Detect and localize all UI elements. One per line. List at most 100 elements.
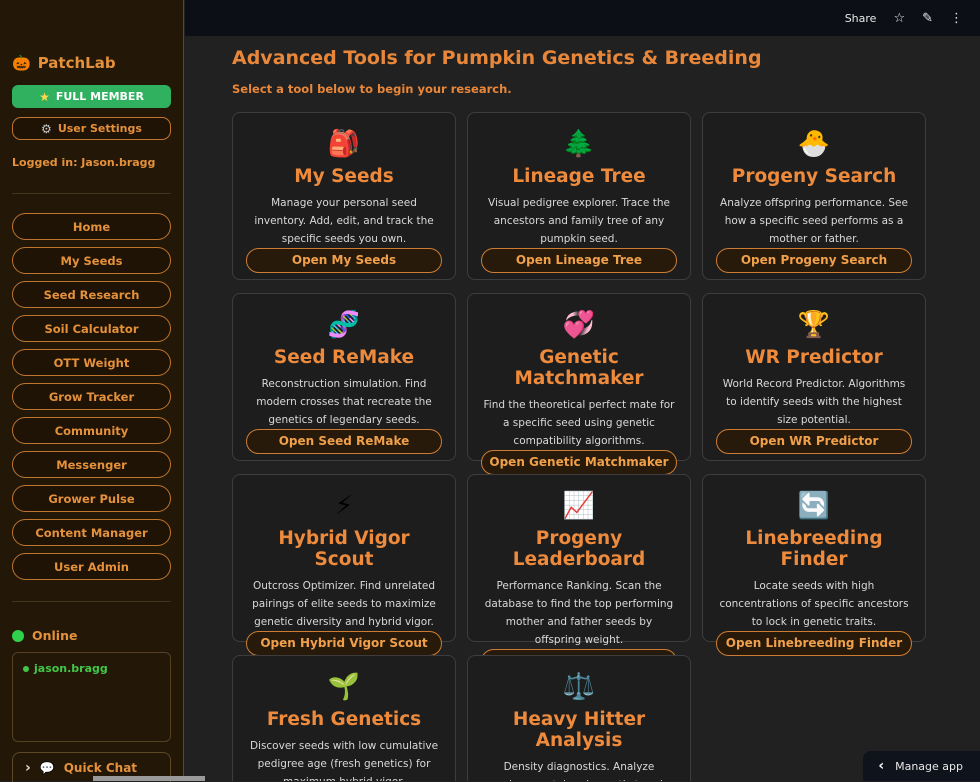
full-member-badge[interactable]: ★ FULL MEMBER xyxy=(12,85,171,108)
card-description: Performance Ranking. Scan the database t… xyxy=(481,577,677,649)
user-settings-label: User Settings xyxy=(58,122,142,135)
tool-card-heavy-hitter-analysis: ⚖️ Heavy Hitter Analysis Density diagnosti… xyxy=(467,655,691,781)
card-description: Density diagnostics. Analyze environment… xyxy=(481,758,677,782)
seed-remake-icon: 🧬 xyxy=(328,309,360,342)
open-hybrid-vigor-scout-button[interactable]: Open Hybrid Vigor Scout xyxy=(246,631,442,656)
sidebar-item-grow-tracker[interactable]: Grow Tracker xyxy=(12,383,171,410)
gear-icon: ⚙ xyxy=(41,122,52,136)
card-title: Lineage Tree xyxy=(512,166,645,187)
card-title: Progeny Leaderboard xyxy=(481,528,677,570)
card-description: World Record Predictor. Algorithms to id… xyxy=(716,375,912,429)
full-member-label: FULL MEMBER xyxy=(56,90,144,103)
app-name: PatchLab xyxy=(38,54,116,72)
quick-chat-label: Quick Chat xyxy=(64,761,137,775)
tool-card-hybrid-vigor-scout: ⚡ Hybrid Vigor Scout Outcross Optimizer. F… xyxy=(232,474,456,642)
manage-app-label: Manage app xyxy=(895,760,963,773)
page-subtitle: Select a tool below to begin your resear… xyxy=(232,82,980,96)
sidebar: 🎃 PatchLab ★ FULL MEMBER ⚙ User Settings… xyxy=(0,0,184,781)
online-user-row[interactable]: jason.bragg xyxy=(23,662,160,675)
user-online-dot-icon xyxy=(23,666,29,672)
open-seed-remake-button[interactable]: Open Seed ReMake xyxy=(246,429,442,454)
wr-predictor-icon: 🏆 xyxy=(798,309,830,342)
card-description: Analyze offspring performance. See how a… xyxy=(716,194,912,248)
main-content: Advanced Tools for Pumpkin Genetics & Br… xyxy=(185,36,980,781)
sidebar-item-home[interactable]: Home xyxy=(12,213,171,240)
manage-app-button[interactable]: ‹ Manage app xyxy=(863,751,980,781)
tools-grid: 🎒 My Seeds Manage your personal seed inven… xyxy=(232,112,926,781)
lineage-tree-icon: 🌲 xyxy=(563,128,595,161)
star-icon: ★ xyxy=(39,90,50,104)
sidebar-item-community[interactable]: Community xyxy=(12,417,171,444)
online-label: Online xyxy=(32,628,77,643)
card-description: Visual pedigree explorer. Trace the ance… xyxy=(481,194,677,248)
card-title: Seed ReMake xyxy=(274,347,414,368)
tool-card-genetic-matchmaker: 💞 Genetic Matchmaker Find the theoretical … xyxy=(467,293,691,461)
open-my-seeds-button[interactable]: Open My Seeds xyxy=(246,248,442,273)
tool-card-my-seeds: 🎒 My Seeds Manage your personal seed inven… xyxy=(232,112,456,280)
logged-in-text: Logged in: Jason.bragg xyxy=(12,156,171,169)
horizontal-scrollbar-thumb[interactable] xyxy=(93,776,205,781)
tool-card-progeny-search: 🐣 Progeny Search Analyze offspring perform… xyxy=(702,112,926,280)
sidebar-item-ott-weight[interactable]: OTT Weight xyxy=(12,349,171,376)
tool-card-progeny-leaderboard: 📈Progeny LeaderboardPerformance Ranking.… xyxy=(467,474,691,642)
share-button[interactable]: Share xyxy=(845,12,877,25)
card-title: Progeny Search xyxy=(732,166,896,187)
linebreeding-finder-icon: 🔄 xyxy=(798,490,830,523)
sidebar-item-messenger[interactable]: Messenger xyxy=(12,451,171,478)
card-description: Outcross Optimizer. Find unrelated pairi… xyxy=(246,577,442,631)
sidebar-divider xyxy=(12,601,171,602)
page-title: Advanced Tools for Pumpkin Genetics & Br… xyxy=(232,47,980,69)
sidebar-item-grower-pulse[interactable]: Grower Pulse xyxy=(12,485,171,512)
card-title: Heavy Hitter Analysis xyxy=(481,709,677,751)
tool-card-fresh-genetics: 🌱 Fresh Genetics Discover seeds with low c… xyxy=(232,655,456,781)
tool-card-linebreeding-finder: 🔄 Linebreeding Finder Locate seeds with hi… xyxy=(702,474,926,642)
sidebar-divider xyxy=(12,193,171,194)
heavy-hitter-analysis-icon: ⚖️ xyxy=(563,671,595,704)
my-seeds-icon: 🎒 xyxy=(328,128,360,161)
open-progeny-search-button[interactable]: Open Progeny Search xyxy=(716,248,912,273)
user-settings-button[interactable]: ⚙ User Settings xyxy=(12,117,171,140)
sidebar-nav: Home My Seeds Seed Research Soil Calculator… xyxy=(12,213,171,580)
kebab-menu-icon[interactable]: ⋮ xyxy=(950,12,963,25)
card-description: Find the theoretical perfect mate for a … xyxy=(481,396,677,450)
tool-card-lineage-tree: 🌲 Lineage Tree Visual pedigree explorer. T… xyxy=(467,112,691,280)
fresh-genetics-icon: 🌱 xyxy=(328,671,360,704)
card-description: Manage your personal seed inventory. Add… xyxy=(246,194,442,248)
tool-card-wr-predictor: 🏆 WR Predictor World Record Predictor. Alg… xyxy=(702,293,926,461)
card-description: Discover seeds with low cumulative pedig… xyxy=(246,737,442,782)
hybrid-vigor-scout-icon: ⚡ xyxy=(335,490,353,523)
speech-bubble-icon: 💬 xyxy=(40,761,55,775)
sidebar-item-my-seeds[interactable]: My Seeds xyxy=(12,247,171,274)
card-title: Hybrid Vigor Scout xyxy=(246,528,442,570)
chevron-right-icon: › xyxy=(25,760,31,776)
open-genetic-matchmaker-button[interactable]: Open Genetic Matchmaker xyxy=(481,450,677,475)
online-dot-icon xyxy=(12,630,24,642)
card-title: Linebreeding Finder xyxy=(716,528,912,570)
sidebar-item-content-manager[interactable]: Content Manager xyxy=(12,519,171,546)
open-lineage-tree-button[interactable]: Open Lineage Tree xyxy=(481,248,677,273)
chevron-left-icon: ‹ xyxy=(878,759,884,773)
card-title: WR Predictor xyxy=(745,347,883,368)
tool-card-seed-remake: 🧬 Seed ReMake Reconstruction simulation. F… xyxy=(232,293,456,461)
card-title: My Seeds xyxy=(294,166,394,187)
card-description: Reconstruction simulation. Find modern c… xyxy=(246,375,442,429)
sidebar-item-user-admin[interactable]: User Admin xyxy=(12,553,171,580)
card-title: Fresh Genetics xyxy=(267,709,421,730)
pumpkin-icon: 🎃 xyxy=(12,54,31,72)
card-description: Locate seeds with high concentrations of… xyxy=(716,577,912,631)
card-title: Genetic Matchmaker xyxy=(481,347,677,389)
top-header-bar: Share ☆ ✎ ⋮ xyxy=(185,0,980,36)
online-status: Online xyxy=(12,628,171,643)
sidebar-item-seed-research[interactable]: Seed Research xyxy=(12,281,171,308)
online-users-box: jason.bragg xyxy=(12,652,171,742)
progeny-leaderboard-icon: 📈 xyxy=(563,490,595,523)
genetic-matchmaker-icon: 💞 xyxy=(563,309,595,342)
star-outline-icon[interactable]: ☆ xyxy=(893,12,905,25)
app-logo: 🎃 PatchLab xyxy=(12,54,171,72)
open-wr-predictor-button[interactable]: Open WR Predictor xyxy=(716,429,912,454)
progeny-search-icon: 🐣 xyxy=(798,128,830,161)
open-linebreeding-finder-button[interactable]: Open Linebreeding Finder xyxy=(716,631,912,656)
online-username: jason.bragg xyxy=(34,662,108,675)
pencil-edit-icon[interactable]: ✎ xyxy=(922,12,933,25)
sidebar-item-soil-calculator[interactable]: Soil Calculator xyxy=(12,315,171,342)
